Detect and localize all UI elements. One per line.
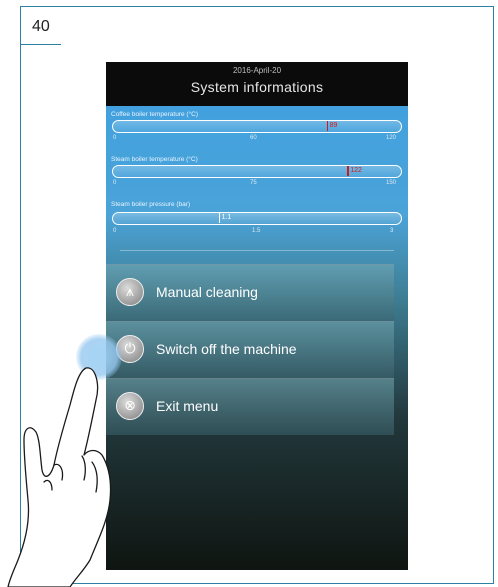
pointing-hand-icon <box>7 367 112 587</box>
